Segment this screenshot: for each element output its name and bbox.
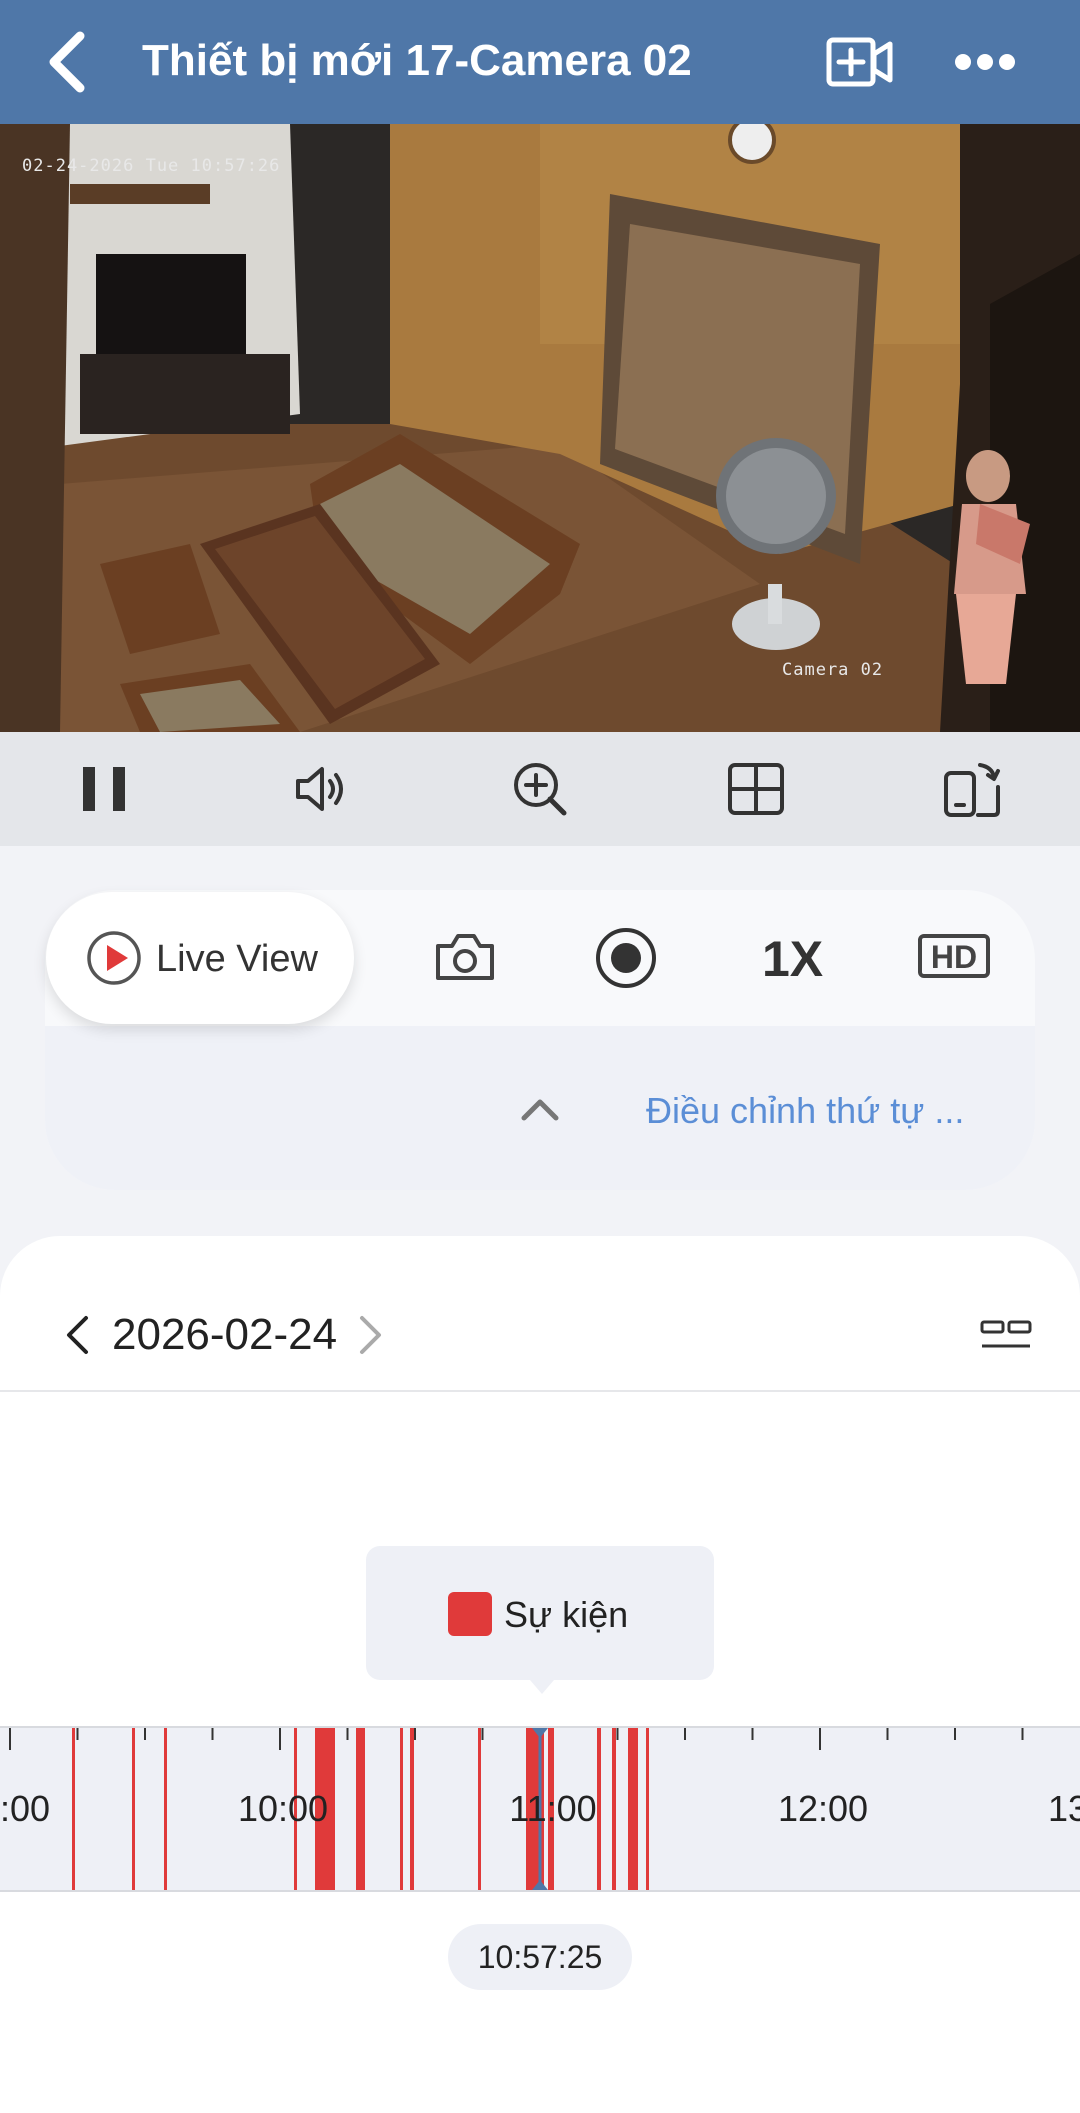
adjust-order-link[interactable]: Điều chỉnh thứ tự ... bbox=[646, 1090, 964, 1132]
play-circle-icon bbox=[87, 931, 141, 985]
event-legend-label: Sự kiện bbox=[504, 1594, 629, 1635]
split-view-icon[interactable] bbox=[980, 1318, 1032, 1352]
hd-quality-button[interactable]: HD bbox=[918, 934, 990, 978]
top-bar: Thiết bị mới 17-Camera 02 bbox=[0, 0, 1080, 124]
event-color-swatch bbox=[448, 1592, 492, 1636]
timeline-event-segment[interactable] bbox=[400, 1728, 403, 1890]
timeline-hour-label: 13:00 bbox=[1047, 1788, 1080, 1829]
timeline-event-segment[interactable] bbox=[356, 1728, 365, 1890]
more-dots-icon[interactable] bbox=[954, 52, 1016, 72]
camera-video-feed[interactable]: 02-24-2026 Tue 10:57:26 Camera 02 bbox=[0, 124, 1080, 732]
live-view-label: Live View bbox=[156, 938, 318, 980]
timeline-hour-label: 12:00 bbox=[777, 1788, 869, 1829]
rotate-screen-icon[interactable] bbox=[942, 759, 1002, 819]
timeline-hour-label: 10:00 bbox=[237, 1788, 329, 1829]
chevron-up-icon[interactable] bbox=[520, 1096, 560, 1122]
selected-date[interactable]: 2026-02-24 bbox=[112, 1310, 337, 1360]
camera-scene-illustration bbox=[0, 124, 1080, 732]
osd-timestamp: 02-24-2026 Tue 10:57:26 bbox=[22, 156, 281, 176]
playback-speed-button[interactable]: 1X bbox=[762, 930, 823, 988]
live-view-button[interactable]: Live View bbox=[46, 892, 354, 1024]
chevron-right-icon[interactable] bbox=[358, 1314, 384, 1356]
osd-camera-name: Camera 02 bbox=[782, 660, 884, 680]
video-add-icon[interactable] bbox=[826, 36, 894, 88]
pause-icon[interactable] bbox=[77, 759, 137, 819]
playback-timeline[interactable]: 9:00 10:00 11:00 12:00 13:00 bbox=[0, 1726, 1080, 1892]
volume-icon[interactable] bbox=[292, 759, 352, 819]
chevron-left-icon[interactable] bbox=[64, 1314, 90, 1356]
timeline-event-segment[interactable] bbox=[72, 1728, 75, 1890]
timeline-event-segment[interactable] bbox=[612, 1728, 616, 1890]
grid-layout-icon[interactable] bbox=[726, 759, 786, 819]
event-legend-tooltip: Sự kiện bbox=[366, 1546, 714, 1694]
timeline-event-segment[interactable] bbox=[132, 1728, 135, 1890]
timeline-event-segment[interactable] bbox=[410, 1728, 414, 1890]
timeline-event-segment[interactable] bbox=[628, 1728, 638, 1890]
timeline-event-segment[interactable] bbox=[164, 1728, 167, 1890]
timeline-hour-label: 11:00 bbox=[509, 1788, 597, 1829]
timeline-event-segment[interactable] bbox=[478, 1728, 481, 1890]
current-time-readout: 10:57:25 bbox=[448, 1924, 632, 1990]
back-chevron-icon[interactable] bbox=[40, 30, 100, 94]
camera-snapshot-icon[interactable] bbox=[434, 932, 496, 982]
timeline-event-segment[interactable] bbox=[597, 1728, 601, 1890]
page-title: Thiết bị mới 17-Camera 02 bbox=[142, 36, 692, 85]
zoom-in-icon[interactable] bbox=[510, 759, 570, 819]
player-control-bar bbox=[0, 732, 1080, 846]
record-icon[interactable] bbox=[594, 926, 658, 990]
timeline-event-segment[interactable] bbox=[646, 1728, 649, 1890]
tooltip-arrow bbox=[530, 1680, 554, 1694]
timeline-hour-label: 9:00 bbox=[0, 1788, 51, 1829]
divider bbox=[0, 1390, 1080, 1392]
